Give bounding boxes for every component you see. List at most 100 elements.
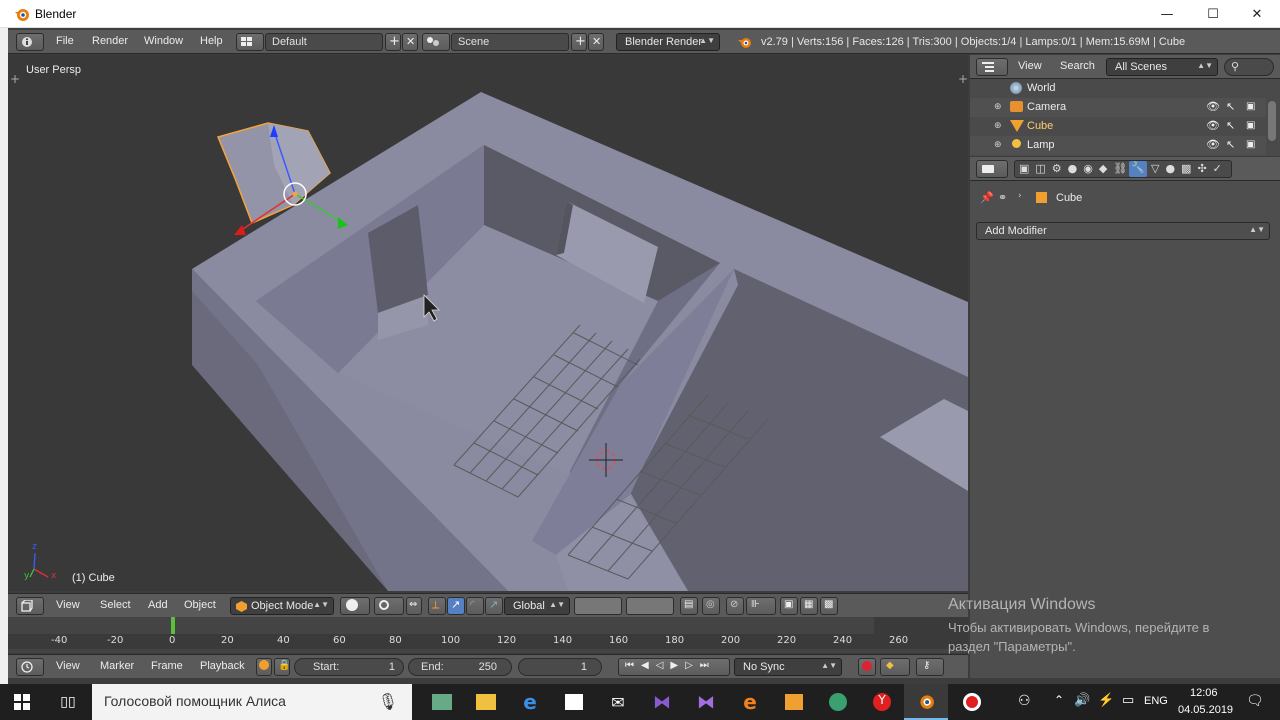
editor-type-button[interactable] [976, 58, 1008, 76]
cursor-icon[interactable]: ↖ [1226, 138, 1235, 151]
close-button[interactable]: ✕ [1234, 0, 1280, 28]
lock-time-button[interactable]: 🔒 [274, 658, 290, 676]
add-layout-button[interactable]: + [385, 33, 401, 51]
transform-orientation-dropdown[interactable]: Global ▲▼ [504, 597, 570, 615]
properties-context-tabs[interactable]: ▣◫⚙●◉◆⛓ 🔧 ▽●▩✣✓ [1014, 160, 1232, 178]
opengl-render-animation-button[interactable]: ▦ [800, 597, 818, 615]
mode-dropdown[interactable]: Object Mode ▲▼ [230, 597, 334, 615]
menu-object[interactable]: Object [184, 599, 216, 611]
menu-view[interactable]: View [56, 599, 80, 611]
screen-layout-selector[interactable] [236, 33, 264, 51]
taskbar-app-explorer-manager[interactable] [420, 684, 464, 720]
menu-playback[interactable]: Playback [200, 660, 245, 672]
viewport-corner-plus-icon[interactable]: + [10, 72, 20, 86]
task-view-button[interactable]: ▯▯ [46, 684, 90, 720]
snap-element-dropdown[interactable]: ⊪ [746, 597, 776, 615]
taskbar-app-blender[interactable] [904, 684, 948, 720]
editor-type-button[interactable] [16, 597, 44, 615]
menu-view[interactable]: View [1018, 60, 1042, 72]
render-engine-dropdown[interactable]: Blender Render ▲▼ [616, 33, 720, 51]
taskbar-app-file-explorer[interactable] [464, 684, 508, 720]
outliner-item-world[interactable]: World [970, 79, 1266, 98]
assistant-search-box[interactable]: Голосовой помощник Алиса 🎙 [92, 684, 412, 720]
eye-icon[interactable]: 👁 [1206, 100, 1220, 113]
lock-layers-button[interactable]: ▤ [680, 597, 698, 615]
menu-view[interactable]: View [56, 660, 80, 672]
pin-icon[interactable]: 📌 [980, 191, 994, 204]
cursor-icon[interactable]: ↖ [1226, 119, 1235, 132]
menu-frame[interactable]: Frame [151, 660, 183, 672]
scene-selector[interactable] [422, 33, 450, 51]
battery-icon[interactable]: ▭ [1122, 692, 1134, 708]
chevron-up-icon[interactable]: ⌃ [1054, 693, 1064, 707]
taskbar-app-visual-studio[interactable]: ⧓ [640, 684, 684, 720]
editor-type-button[interactable] [976, 160, 1008, 178]
render-icon[interactable]: ▣ [1246, 139, 1255, 150]
end-frame-field[interactable]: End: 250 [408, 658, 512, 676]
menu-help[interactable]: Help [200, 35, 223, 47]
eye-icon[interactable]: 👁 [1206, 138, 1220, 151]
taskbar-app-visual-studio-2[interactable]: ⧓ [684, 684, 728, 720]
current-frame-field[interactable]: 1 [518, 658, 602, 676]
volume-icon[interactable]: 🔊 [1074, 692, 1090, 708]
taskbar-app-edge[interactable]: e [508, 684, 552, 720]
outliner-item-cube[interactable]: ⊕ Cube 👁 ↖ ▣ [970, 117, 1266, 136]
layer-buttons-a[interactable] [574, 597, 622, 615]
language-indicator[interactable]: ENG [1144, 695, 1168, 707]
clock-date[interactable]: 04.05.2019 [1178, 704, 1233, 716]
expand-toggle-icon[interactable]: ⊕ [994, 121, 1002, 131]
scene-name-field[interactable]: Scene [451, 33, 569, 51]
editor-type-button[interactable] [16, 33, 44, 51]
notifications-icon[interactable]: 🗨 [1246, 692, 1264, 709]
add-modifier-dropdown[interactable]: Add Modifier ▲▼ [976, 222, 1270, 240]
microphone-icon[interactable]: 🎙 [378, 692, 398, 712]
start-button[interactable] [0, 684, 44, 720]
taskbar-app-yandex[interactable]: Y [860, 684, 904, 720]
taskbar-app-green[interactable] [816, 684, 860, 720]
taskbar-app-eclipse[interactable]: e [728, 684, 772, 720]
viewport-corner-plus-icon[interactable]: + [958, 72, 968, 86]
editor-type-button[interactable] [16, 658, 44, 676]
3d-viewport[interactable]: + + x y z User Persp (1) Cube [8, 55, 968, 591]
menu-render[interactable]: Render [92, 35, 128, 47]
use-preview-range-button[interactable] [256, 658, 272, 676]
pivot-point-dropdown[interactable] [374, 597, 404, 615]
insert-keyframe-button[interactable]: ⚷ [916, 658, 944, 676]
playback-controls[interactable]: ⏮◀◁▶▷⏭ [618, 658, 730, 676]
taskbar-app-recorder[interactable] [950, 684, 994, 720]
menu-search[interactable]: Search [1060, 60, 1095, 72]
layout-name-field[interactable]: Default [265, 33, 383, 51]
keying-set-dropdown[interactable]: ◆ [880, 658, 910, 676]
people-icon[interactable]: ⚇ [1018, 692, 1031, 709]
render-region-button[interactable]: ▩ [820, 597, 838, 615]
transform-manipulator[interactable]: ↗ [485, 597, 503, 615]
scale-manipulator[interactable]: ◜ [466, 597, 484, 615]
translate-manipulator[interactable]: ⟂ [428, 597, 446, 615]
render-icon[interactable]: ▣ [1246, 120, 1255, 131]
add-scene-button[interactable]: + [571, 33, 587, 51]
remove-scene-button[interactable]: ✕ [588, 33, 604, 51]
taskbar-app-media[interactable] [772, 684, 816, 720]
taskbar-app-mail[interactable]: ✉ [596, 684, 640, 720]
menu-select[interactable]: Select [100, 599, 131, 611]
expand-toggle-icon[interactable]: ⊕ [994, 140, 1002, 150]
remove-layout-button[interactable]: ✕ [402, 33, 418, 51]
record-button[interactable] [858, 658, 876, 676]
cursor-icon[interactable]: ↖ [1226, 100, 1235, 113]
modifier-wrench-icon[interactable]: 🔧 [1129, 161, 1147, 177]
opengl-render-button[interactable]: ▣ [780, 597, 798, 615]
outliner-search-input[interactable]: ⚲ [1224, 58, 1274, 76]
outliner-item-camera[interactable]: ⊕ Camera 👁 ↖ ▣ [970, 98, 1266, 117]
maximize-button[interactable]: ☐ [1190, 0, 1236, 28]
clock-time[interactable]: 12:06 [1190, 687, 1218, 699]
rotate-manipulator[interactable]: ↗ [447, 597, 465, 615]
menu-window[interactable]: Window [144, 35, 183, 47]
outliner-item-lamp[interactable]: ⊕ Lamp 👁 ↖ ▣ [970, 136, 1266, 155]
menu-marker[interactable]: Marker [100, 660, 134, 672]
eye-icon[interactable]: 👁 [1206, 119, 1220, 132]
outliner-display-mode-dropdown[interactable]: All Scenes ▲▼ [1106, 58, 1218, 76]
menu-add[interactable]: Add [148, 599, 168, 611]
outliner[interactable]: World ⊕ Camera 👁 ↖ ▣ ⊕ Cube 👁 ↖ ▣ ⊕ Lamp… [970, 79, 1280, 156]
menu-file[interactable]: File [56, 35, 74, 47]
proportional-edit-button[interactable]: ◎ [702, 597, 720, 615]
